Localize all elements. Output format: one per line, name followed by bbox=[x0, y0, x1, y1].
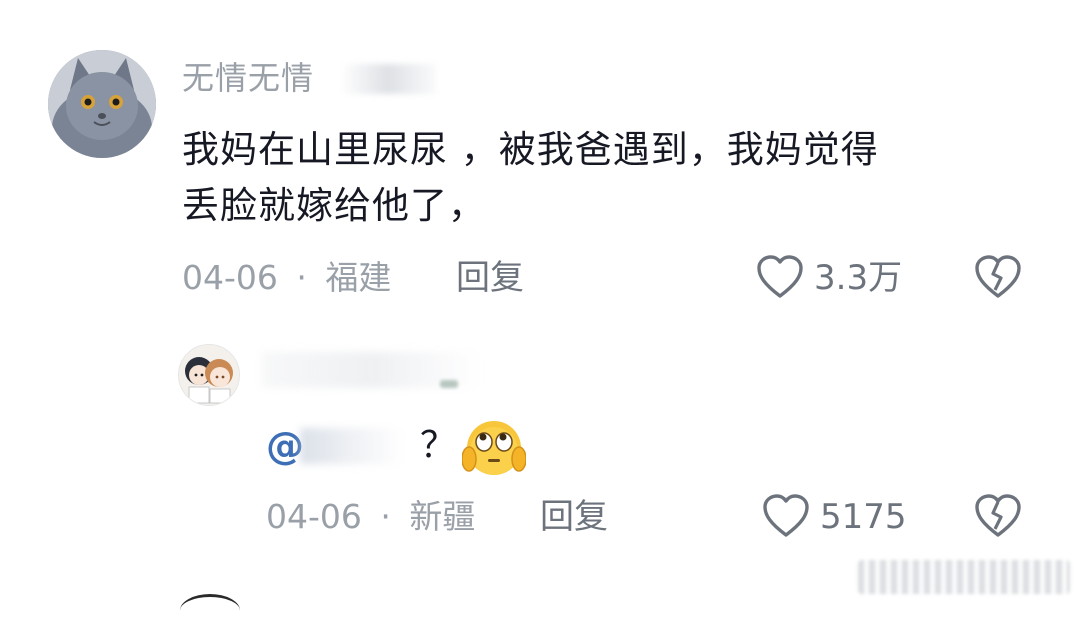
replier-name-fragment bbox=[440, 380, 458, 388]
reply-like-count: 5175 bbox=[820, 497, 907, 537]
rolling-eyes-emoji-icon bbox=[461, 415, 527, 479]
meta-separator: · bbox=[380, 497, 391, 536]
commenter-avatar[interactable] bbox=[48, 50, 156, 158]
reply-dislike-button[interactable] bbox=[974, 493, 1022, 539]
watermark-redaction bbox=[858, 560, 1070, 594]
like-count: 3.3万 bbox=[814, 258, 903, 298]
reply-date: 04-06 bbox=[266, 497, 362, 536]
heart-outline-icon bbox=[762, 494, 810, 543]
comment-date: 04-06 bbox=[182, 258, 278, 297]
anime-avatar-image bbox=[179, 345, 239, 405]
like-button[interactable] bbox=[756, 254, 804, 300]
comment-meta: 04-06 · 福建 bbox=[182, 258, 391, 298]
heart-outline-icon bbox=[756, 255, 804, 304]
reply-like-button[interactable] bbox=[762, 493, 810, 539]
reply-button[interactable]: 回复 bbox=[456, 258, 524, 298]
broken-heart-icon bbox=[974, 494, 1022, 543]
comment-text: 我妈在山里尿尿 ，被我爸遇到，我妈觉得 丢脸就嫁给他了， bbox=[182, 122, 1022, 234]
mention-redaction bbox=[300, 428, 404, 464]
reply-text: ？ bbox=[420, 425, 457, 466]
username-redaction bbox=[340, 64, 436, 94]
dislike-button[interactable] bbox=[974, 254, 1022, 300]
reply-reply-button[interactable]: 回复 bbox=[540, 497, 608, 537]
reply-location: 新疆 bbox=[409, 497, 476, 536]
comment-text-line-1: 我妈在山里尿尿 ，被我爸遇到，我妈觉得 bbox=[182, 128, 879, 171]
mention-link[interactable]: @ bbox=[266, 424, 304, 468]
comment-location: 福建 bbox=[325, 258, 392, 297]
commenter-username[interactable]: 无情无情 bbox=[182, 58, 314, 98]
reply-meta: 04-06 · 新疆 bbox=[266, 497, 475, 537]
meta-separator: · bbox=[296, 258, 307, 297]
replier-avatar[interactable] bbox=[178, 344, 240, 406]
cat-avatar-image bbox=[48, 50, 156, 158]
broken-heart-icon bbox=[974, 255, 1022, 304]
next-comment-avatar-edge bbox=[180, 594, 240, 627]
comment-text-line-2: 丢脸就嫁给他了， bbox=[182, 184, 486, 227]
